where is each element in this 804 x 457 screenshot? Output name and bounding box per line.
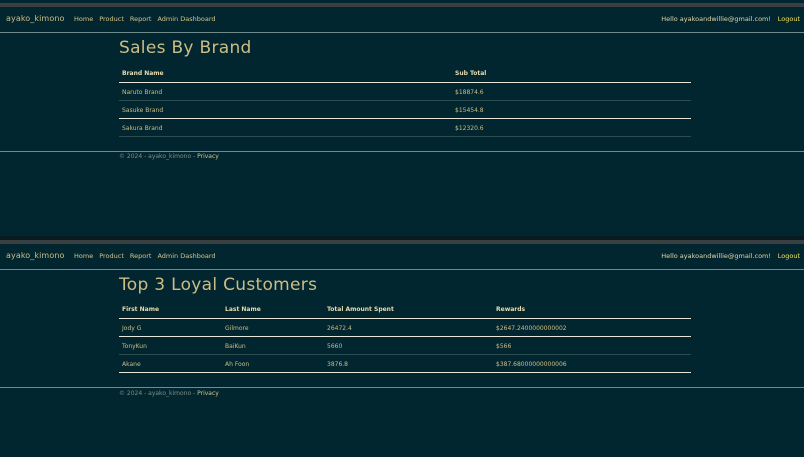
- sales-report-panel: ayako_kimono Home Product Report Admin D…: [0, 0, 804, 236]
- table-row: Akane Ah Foon 3876.8 $387.68000000000006: [119, 355, 691, 373]
- footer-copyright: © 2024 - ayako_kimono -: [119, 390, 198, 397]
- last-name-cell: Gilmore: [225, 325, 249, 332]
- col-sub-total: Sub Total: [455, 70, 487, 77]
- page-title: Top 3 Loyal Customers: [119, 275, 318, 295]
- user-greeting[interactable]: Hello ayakoandwillie@gmail.com!: [661, 15, 771, 23]
- logout-link[interactable]: Logout: [778, 252, 800, 260]
- brand-link[interactable]: ayako_kimono: [6, 251, 65, 260]
- last-name-cell: Ah Foon: [225, 361, 250, 368]
- col-rewards: Rewards: [496, 306, 526, 313]
- nav-links: Home Product Report Admin Dashboard: [74, 252, 216, 260]
- nav-product[interactable]: Product: [99, 252, 124, 260]
- loyal-customers-table: First Name Last Name Total Amount Spent …: [119, 301, 691, 373]
- nav-home[interactable]: Home: [74, 15, 93, 23]
- last-name-cell: BaiKun: [225, 343, 246, 350]
- col-first-name: First Name: [122, 306, 160, 313]
- footer-divider: [0, 151, 804, 152]
- sub-total-cell: $12320.6: [455, 125, 484, 132]
- nav-report[interactable]: Report: [130, 15, 152, 23]
- first-name-cell: Akane: [122, 361, 141, 368]
- total-spent-cell: 3876.8: [327, 361, 348, 368]
- nav-admin-dashboard[interactable]: Admin Dashboard: [157, 15, 215, 23]
- brand-link[interactable]: ayako_kimono: [6, 14, 65, 23]
- table-row: TonyKun BaiKun 5660 $566: [119, 337, 691, 355]
- nav-product[interactable]: Product: [99, 15, 124, 23]
- table-header: Brand Name Sub Total: [119, 65, 691, 83]
- privacy-link[interactable]: Privacy: [197, 153, 219, 160]
- col-last-name: Last Name: [225, 306, 261, 313]
- footer: © 2024 - ayako_kimono - Privacy: [119, 153, 219, 160]
- sales-table: Brand Name Sub Total Naruto Brand $18874…: [119, 65, 691, 137]
- table-header: First Name Last Name Total Amount Spent …: [119, 301, 691, 319]
- privacy-link[interactable]: Privacy: [197, 390, 219, 397]
- first-name-cell: TonyKun: [122, 343, 147, 350]
- table-row: Jody G Gilmore 26472.4 $2647.24000000000…: [119, 319, 691, 337]
- footer-divider: [0, 387, 804, 388]
- footer: © 2024 - ayako_kimono - Privacy: [119, 390, 219, 397]
- table-row: Sakura Brand $12320.6: [119, 119, 691, 137]
- brand-name-cell: Sasuke Brand: [122, 107, 164, 114]
- navbar: ayako_kimono Home Product Report Admin D…: [0, 7, 804, 33]
- brand-name-cell: Naruto Brand: [122, 89, 163, 96]
- footer-copyright: © 2024 - ayako_kimono -: [119, 153, 198, 160]
- navbar: ayako_kimono Home Product Report Admin D…: [0, 244, 804, 270]
- loyal-customers-panel: ayako_kimono Home Product Report Admin D…: [0, 240, 804, 457]
- table-row: Sasuke Brand $15454.8: [119, 101, 691, 119]
- sub-total-cell: $15454.8: [455, 107, 484, 114]
- nav-links: Home Product Report Admin Dashboard: [74, 15, 216, 23]
- page-title: Sales By Brand: [119, 38, 252, 58]
- user-greeting[interactable]: Hello ayakoandwillie@gmail.com!: [661, 252, 771, 260]
- rewards-cell: $2647.2400000000002: [496, 325, 567, 332]
- brand-name-cell: Sakura Brand: [122, 125, 163, 132]
- first-name-cell: Jody G: [122, 325, 142, 332]
- total-spent-cell: 26472.4: [327, 325, 352, 332]
- total-spent-cell: 5660: [327, 343, 343, 350]
- sub-total-cell: $18874.6: [455, 89, 484, 96]
- nav-report[interactable]: Report: [130, 252, 152, 260]
- col-total-amount-spent: Total Amount Spent: [327, 306, 394, 313]
- nav-home[interactable]: Home: [74, 252, 93, 260]
- col-brand-name: Brand Name: [122, 70, 164, 77]
- logout-link[interactable]: Logout: [778, 15, 800, 23]
- nav-admin-dashboard[interactable]: Admin Dashboard: [157, 252, 215, 260]
- rewards-cell: $387.68000000000006: [496, 361, 567, 368]
- rewards-cell: $566: [496, 343, 512, 350]
- table-row: Naruto Brand $18874.6: [119, 83, 691, 101]
